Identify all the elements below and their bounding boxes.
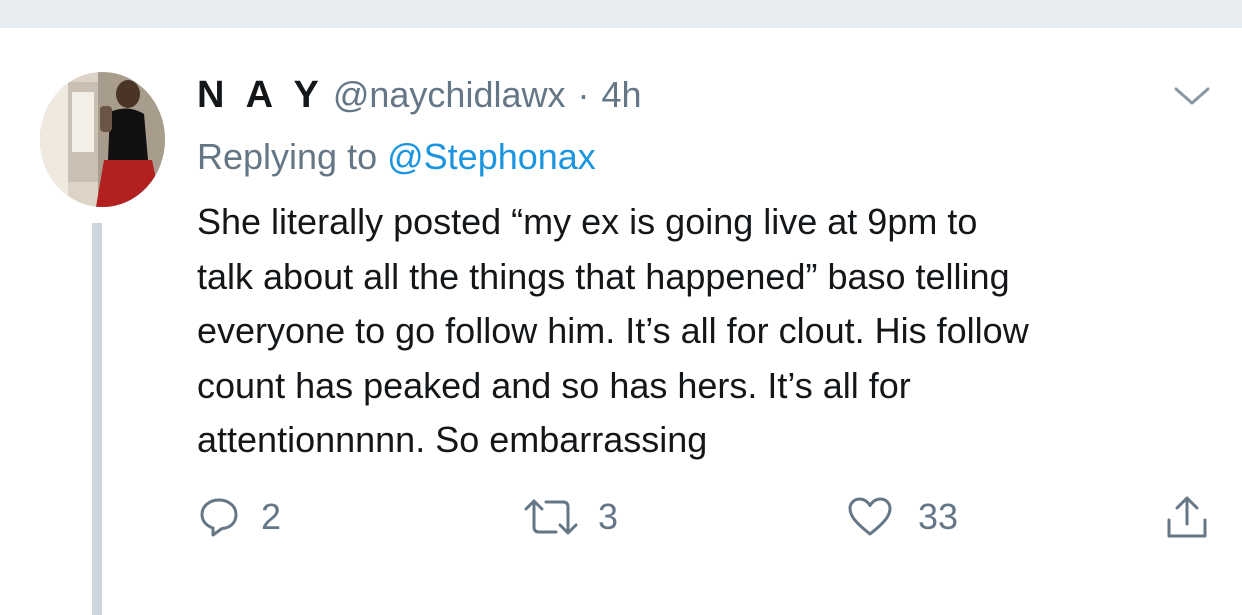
like-count: 33 <box>918 496 959 537</box>
chevron-down-icon[interactable] <box>1172 84 1212 108</box>
avatar[interactable] <box>40 72 165 207</box>
thread-connector-line <box>92 223 102 615</box>
separator-dot: · <box>577 74 590 115</box>
tweet-text-line: talk about all the things that happened”… <box>197 255 1010 297</box>
tweet-text-line: everyone to go follow him. It’s all for … <box>197 310 1029 351</box>
retweet-button[interactable]: 3 <box>522 494 618 540</box>
heart-icon <box>848 497 892 536</box>
top-separator-bar <box>0 0 1242 28</box>
retweet-count: 3 <box>598 496 619 537</box>
like-button[interactable]: 33 <box>846 494 958 540</box>
replying-to-mention[interactable]: @Stephonax <box>387 136 596 177</box>
display-name[interactable]: N A Y <box>197 74 325 117</box>
replying-to-label: Replying to <box>197 136 388 177</box>
reply-button[interactable]: 2 <box>197 494 281 540</box>
replying-to: Replying to @Stephonax <box>197 136 596 178</box>
share-icon[interactable] <box>1163 494 1211 540</box>
tweet-header: N A Y @naychidlawx · 4h <box>197 74 642 120</box>
tweet-text-line: count has peaked and so has hers. It’s a… <box>197 364 911 406</box>
tweet-text-line: attentionnnnn. So embarrassing <box>197 419 708 460</box>
user-handle[interactable]: @naychidlawx <box>333 74 566 116</box>
reply-count: 2 <box>261 496 282 537</box>
retweet-icon <box>524 499 578 535</box>
tweet-timestamp[interactable]: 4h <box>602 74 642 116</box>
avatar-photo <box>40 72 165 207</box>
tweet-text-line: She literally posted “my ex is going liv… <box>197 201 978 242</box>
reply-bubble-icon <box>200 498 238 537</box>
tweet-text: She literally posted “my ex is going liv… <box>197 195 1227 468</box>
